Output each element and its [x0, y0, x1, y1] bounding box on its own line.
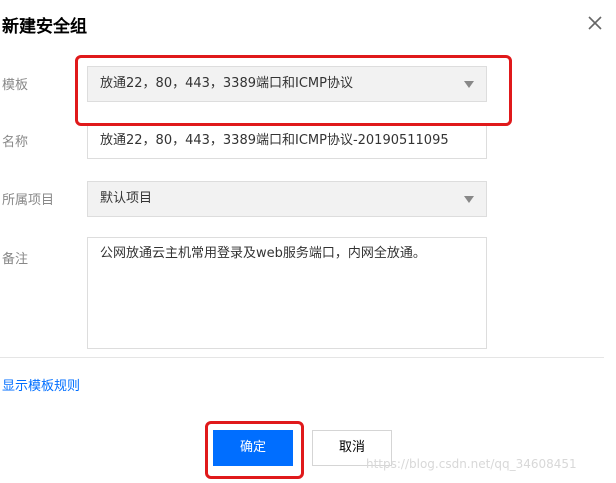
project-label: 所属项目 — [2, 193, 55, 208]
remark-label: 备注 — [2, 252, 29, 267]
name-input[interactable]: 放通22，80，443，3389端口和ICMP协议-20190511095 — [87, 123, 487, 159]
project-select-value: 默认项目 — [100, 191, 153, 206]
confirm-button[interactable]: 确定 — [213, 430, 293, 466]
dialog-title: 新建安全组 — [2, 17, 87, 37]
remark-textarea[interactable]: 公网放通云主机常用登录及web服务端口，内网全放通。 — [87, 237, 487, 349]
template-select[interactable]: 放通22，80，443，3389端口和ICMP协议 — [87, 66, 487, 102]
close-icon[interactable] — [586, 14, 604, 32]
template-label: 模板 — [2, 78, 29, 93]
show-template-rules-link[interactable]: 显示模板规则 — [2, 375, 80, 394]
name-label: 名称 — [2, 135, 29, 150]
project-select[interactable]: 默认项目 — [87, 181, 487, 217]
watermark: https://blog.csdn.net/qq_34608451 — [366, 457, 577, 471]
divider — [0, 357, 604, 358]
chevron-down-icon — [464, 196, 474, 203]
create-security-group-dialog: 新建安全组 模板 放通22，80，443，3389端口和ICMP协议 名称 放通… — [0, 0, 616, 483]
template-select-value: 放通22，80，443，3389端口和ICMP协议 — [100, 76, 353, 91]
chevron-down-icon — [464, 81, 474, 88]
